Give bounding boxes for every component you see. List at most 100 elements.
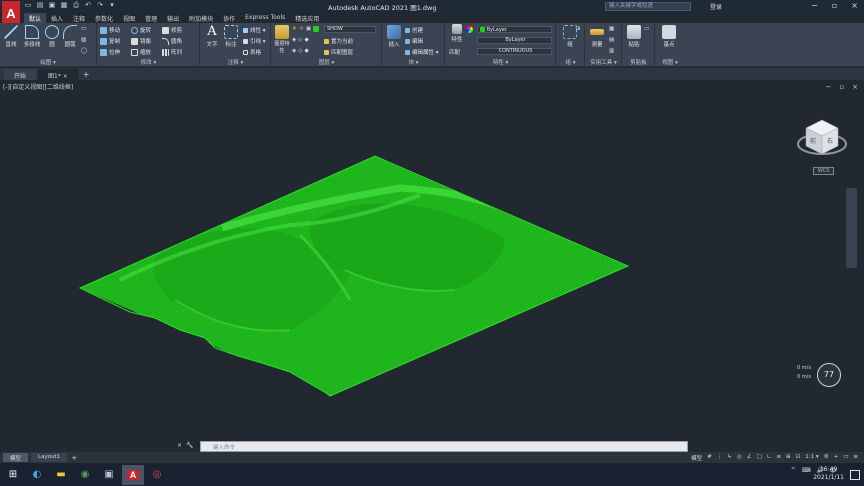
scale-tool[interactable]: 缩放 [131, 48, 151, 56]
create-block-tool[interactable]: 创建 [405, 26, 423, 34]
steering-wheel-button[interactable]: 77 [817, 363, 841, 387]
block-panel-title[interactable]: 块 ▾ [383, 58, 444, 66]
open-icon[interactable]: ▤ [36, 1, 44, 9]
undo-icon[interactable]: ↶ [84, 1, 92, 9]
line-tool[interactable]: 直线 [2, 25, 20, 48]
lineweight-icon[interactable]: ≡ [776, 454, 781, 462]
arc-tool[interactable]: 圆弧 [61, 25, 79, 48]
drawing-area[interactable]: [-][自定义视图][二维线框] − ▫ × 前 右 WCS 0 m/s 0 m… [0, 80, 864, 452]
layer-merge-icon[interactable]: ◆ [304, 48, 308, 54]
edit-block-tool[interactable]: 编辑 [405, 37, 423, 45]
circle-tool[interactable]: 圆 [43, 25, 61, 48]
tab-layout1[interactable]: Layout1 [31, 453, 68, 462]
dimension-tool[interactable]: 标注 [222, 25, 240, 48]
edit-attributes-tool[interactable]: 编辑属性 ▾ [405, 48, 439, 56]
plot-icon[interactable]: ⎙ [72, 1, 80, 9]
tab-start[interactable]: 开始 [4, 69, 37, 80]
tab-home[interactable]: 默认 [24, 13, 47, 23]
linear-dim-tool[interactable]: 线性 ▾ [243, 26, 266, 34]
quick-select-icon[interactable]: ▥ [609, 48, 614, 54]
base-view-tool[interactable]: 基点 [660, 25, 678, 48]
redo-icon[interactable]: ↷ [96, 1, 104, 9]
layer-match-icon[interactable]: ◇ [298, 48, 302, 54]
linetype-dropdown[interactable]: CONTINUOUS [477, 48, 552, 55]
match-properties-tool[interactable]: 匹配 [449, 48, 460, 56]
layer-freeze-icon[interactable]: ◆ [304, 37, 308, 43]
layer-walk-icon[interactable]: ◈ [292, 48, 296, 54]
tab-model[interactable]: 模型 [3, 453, 29, 462]
insert-block-tool[interactable]: 插入 [385, 25, 403, 48]
tab-view[interactable]: 视图 [118, 13, 140, 23]
lineweight-dropdown[interactable]: ByLayer [477, 37, 552, 44]
tray-expand-icon[interactable]: ^ [791, 467, 796, 474]
close-command-icon[interactable]: × [177, 442, 182, 449]
navigation-bar[interactable] [846, 188, 857, 268]
wcs-dropdown[interactable]: WCS [813, 167, 834, 175]
trim-tool[interactable]: 修剪 [162, 26, 182, 34]
search-input[interactable]: 键入关键字或短语 [605, 2, 691, 11]
clock[interactable]: 16:49 2021/1/11 [813, 466, 844, 482]
annotation-scale-dropdown[interactable]: 1:1 ▾ [805, 454, 818, 462]
move-tool[interactable]: 移动 [100, 26, 120, 34]
minimize-icon[interactable]: − [811, 1, 818, 10]
customize-command-icon[interactable]: 🔧 [186, 442, 193, 449]
tab-annotate[interactable]: 注释 [68, 13, 90, 23]
app-window-icon[interactable]: ▣ [98, 465, 120, 485]
clipboard-panel-title[interactable]: 剪贴板 [623, 58, 654, 66]
tab-manage[interactable]: 管理 [140, 13, 162, 23]
tab-addins[interactable]: 附加模块 [184, 13, 218, 23]
selection-cycling-icon[interactable]: ⊡ [796, 454, 801, 462]
measure-tool[interactable]: 测量 [588, 25, 606, 48]
color-dropdown[interactable]: ByLayer [477, 26, 552, 33]
viewport-restore-icon[interactable]: ▫ [839, 83, 844, 91]
polar-icon[interactable]: ◎ [737, 454, 742, 462]
layers-panel-title[interactable]: 图层 ▾ [272, 58, 381, 66]
infer-icon[interactable]: ↳ [727, 454, 732, 462]
layer-iso-icon[interactable]: ◇ [298, 37, 302, 43]
new-tab-button[interactable]: + [83, 70, 90, 79]
maximize-icon[interactable]: ▫ [832, 1, 837, 10]
otrack-icon[interactable]: ∟ [767, 454, 772, 462]
fillet-tool[interactable]: 圆角 [162, 37, 182, 45]
draw-panel-title[interactable]: 绘图 ▾ [0, 58, 96, 66]
array-tool[interactable]: 阵列 [162, 48, 182, 56]
add-layout-button[interactable]: + [71, 454, 77, 462]
viewport-close-icon[interactable]: × [852, 83, 858, 91]
match-layer-tool[interactable]: 匹配图层 [324, 48, 353, 56]
close-icon[interactable]: × [851, 1, 858, 10]
tab-collaborate[interactable]: 协作 [218, 13, 240, 23]
save-icon[interactable]: ▣ [48, 1, 56, 9]
color-wheel-icon[interactable] [466, 26, 473, 33]
customize-menu-icon[interactable]: ≡ [853, 454, 858, 462]
windows-start-icon[interactable]: ⊞ [2, 465, 24, 485]
paste-tool[interactable]: 粘贴 [625, 25, 643, 48]
command-input[interactable]: 键入命令 [200, 441, 688, 452]
autocad-taskbar-icon[interactable]: A [122, 464, 144, 485]
share-icon[interactable]: ▾ [108, 1, 116, 9]
tab-express-tools[interactable]: Express Tools [240, 13, 290, 23]
viewcube[interactable]: 前 右 [796, 108, 848, 168]
record-app-icon[interactable]: ◎ [146, 465, 168, 485]
leader-tool[interactable]: 引线 ▾ [243, 37, 266, 45]
model-space-button[interactable]: 模型 [691, 454, 702, 462]
utilities-panel-title[interactable]: 实用工具 ▾ [586, 58, 621, 66]
tab-parametric[interactable]: 参数化 [90, 13, 118, 23]
set-current-tool[interactable]: 置为当前 [324, 37, 353, 45]
viewport-controls-label[interactable]: [-][自定义视图][二维线框] [3, 82, 73, 91]
tab-drawing1[interactable]: 图1* × [38, 69, 78, 80]
osnap-icon[interactable]: □ [757, 454, 762, 462]
layer-off-icon[interactable]: ◈ [292, 37, 296, 43]
calculator-icon[interactable]: ▦ [609, 26, 614, 32]
modify-panel-title[interactable]: 修改 ▾ [98, 58, 199, 66]
lock-icon[interactable]: ▣ [306, 26, 311, 32]
new-icon[interactable]: ▭ [24, 1, 32, 9]
chrome-icon[interactable]: ◉ [74, 465, 96, 485]
tab-featured-apps[interactable]: 精选应用 [290, 13, 324, 23]
hatch-icon[interactable]: ▨ [81, 37, 86, 43]
mirror-tool[interactable]: 镜像 [131, 37, 151, 45]
annotation-panel-title[interactable]: 注释 ▾ [201, 58, 270, 66]
text-tool[interactable]: A 文字 [203, 25, 221, 49]
tab-output[interactable]: 输出 [162, 13, 184, 23]
properties-panel-title[interactable]: 特性 ▾ [446, 58, 555, 66]
view-panel-title[interactable]: 视图 ▾ [656, 58, 684, 66]
